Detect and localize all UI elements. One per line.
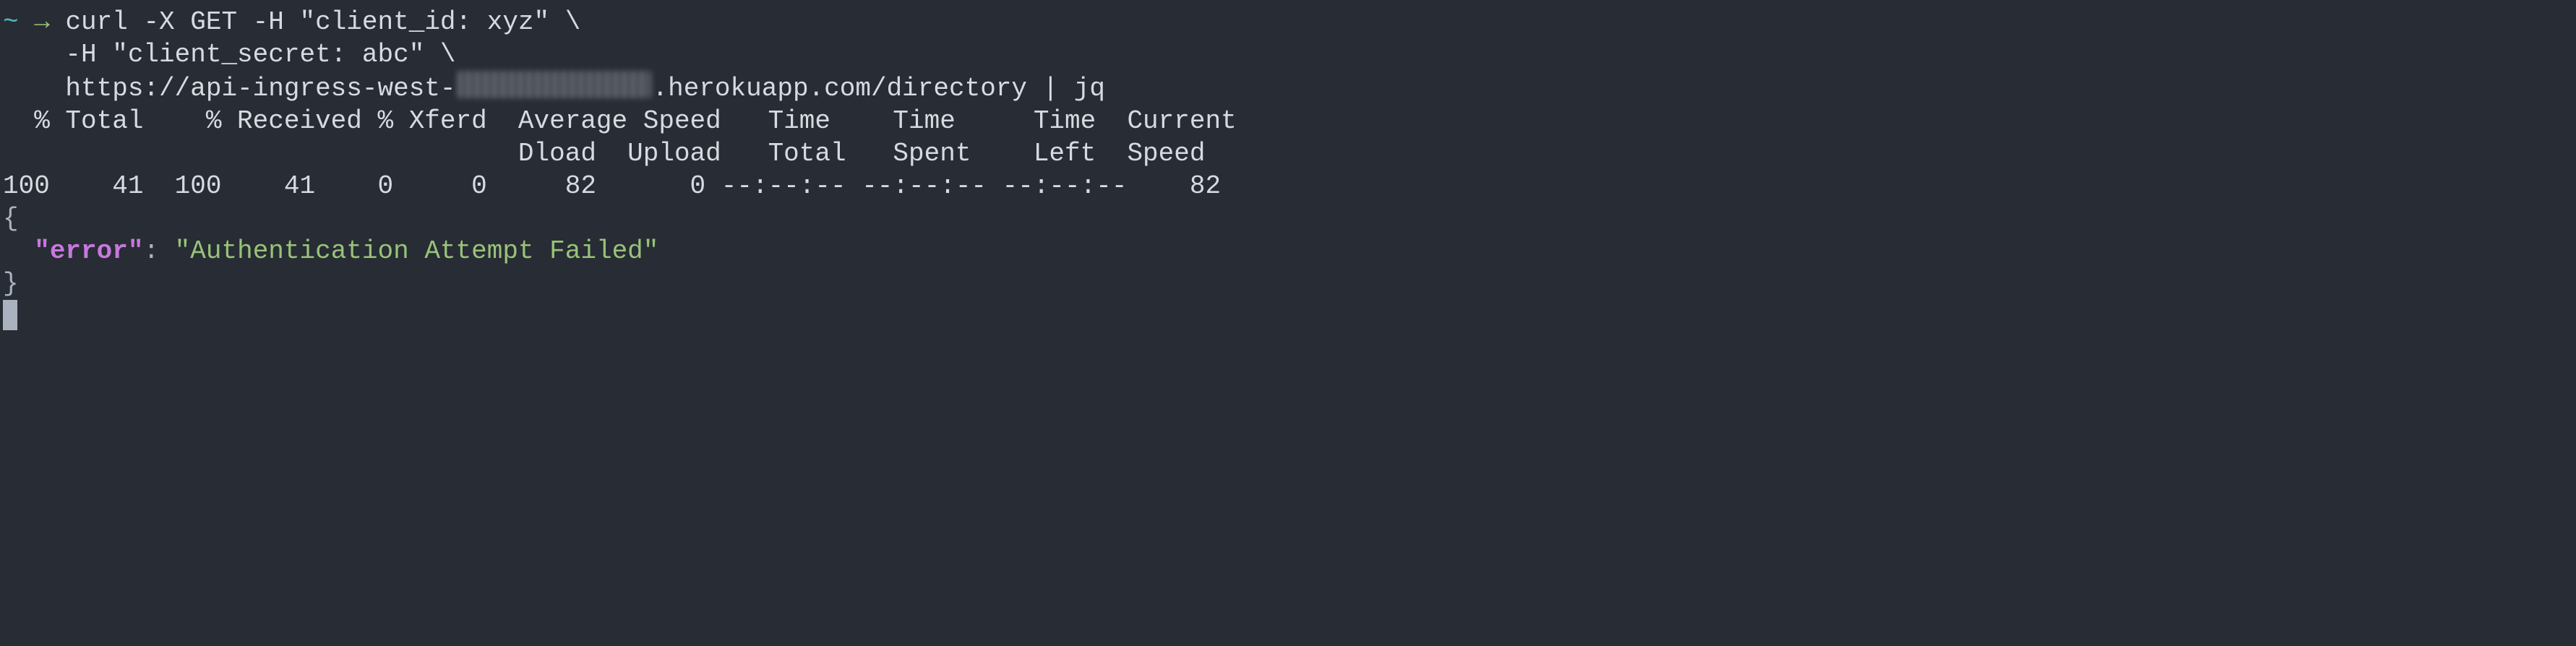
terminal[interactable]: ~ → curl -X GET -H "client_id: xyz" \ -H… <box>0 0 2576 341</box>
prompt-arrow: → <box>34 7 50 37</box>
json-indent <box>3 236 34 266</box>
cursor <box>3 300 17 330</box>
command-line-3-prefix: https://api-ingress-west- <box>3 74 456 103</box>
curl-progress-header-1: % Total % Received % Xferd Average Speed… <box>3 106 1237 136</box>
command-line-3-suffix: .herokuapp.com/directory | jq <box>653 74 1106 103</box>
curl-progress-row: 100 41 100 41 0 0 82 0 --:--:-- --:--:--… <box>3 171 1221 201</box>
prompt-tilde: ~ <box>3 7 19 37</box>
json-open-brace: { <box>3 204 19 233</box>
command-line-2: -H "client_secret: abc" \ <box>3 40 456 69</box>
command-line-1: curl -X GET -H "client_id: xyz" \ <box>65 7 580 37</box>
curl-progress-header-2: Dload Upload Total Spent Left Speed <box>3 139 1205 168</box>
redacted-host-segment <box>458 71 651 98</box>
json-value: "Authentication Attempt Failed" <box>175 236 659 266</box>
json-close-brace: } <box>3 269 19 298</box>
json-key: "error" <box>34 236 143 266</box>
json-colon: : <box>143 236 174 266</box>
